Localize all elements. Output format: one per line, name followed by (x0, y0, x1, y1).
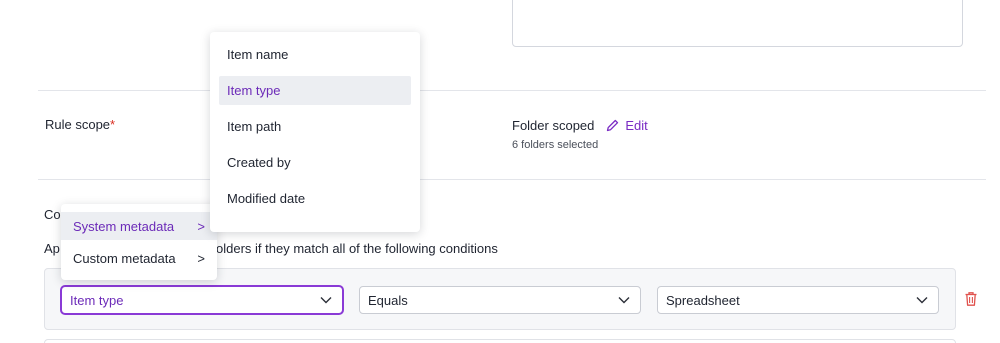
condition-row-next (44, 339, 956, 343)
description-textarea[interactable] (512, 0, 963, 47)
rule-scope-label: Rule scope* (45, 117, 116, 132)
divider (38, 179, 986, 180)
menu-item-created-by[interactable]: Created by (219, 148, 411, 177)
menu-item-item-type[interactable]: Item type (219, 76, 411, 105)
conditions-label: Co (44, 207, 61, 222)
field-select[interactable]: Item type (61, 286, 343, 314)
divider (38, 90, 986, 91)
system-metadata-field-menu: Item name Item type Item path Created by… (210, 32, 420, 232)
folders-selected-count: 6 folders selected (512, 139, 599, 151)
delete-condition-button[interactable] (964, 291, 978, 312)
operator-select[interactable]: Equals (359, 286, 641, 314)
conditions-description-prefix: Ap (44, 241, 60, 256)
menu-item-modified-date[interactable]: Modified date (219, 184, 411, 213)
conditions-description: olders if they match all of the followin… (216, 241, 498, 256)
menu-item-custom-metadata[interactable]: Custom metadata > (61, 244, 217, 272)
value-select[interactable]: Spreadsheet (657, 286, 939, 314)
chevron-down-icon (320, 297, 332, 304)
rule-scope-value: Folder scoped Edit (512, 118, 648, 133)
chevron-down-icon (916, 297, 928, 304)
chevron-right-icon: > (197, 218, 205, 234)
edit-scope-button[interactable]: Edit (606, 118, 648, 133)
pencil-icon (607, 119, 619, 132)
menu-item-system-metadata[interactable]: System metadata > (61, 212, 217, 240)
chevron-right-icon: > (197, 250, 205, 266)
trash-icon (965, 292, 977, 306)
menu-item-item-name[interactable]: Item name (219, 40, 411, 69)
folder-scoped-text: Folder scoped (512, 118, 595, 133)
menu-item-item-path[interactable]: Item path (219, 112, 411, 141)
metadata-category-menu: System metadata > Custom metadata > (61, 204, 217, 280)
chevron-down-icon (618, 297, 630, 304)
